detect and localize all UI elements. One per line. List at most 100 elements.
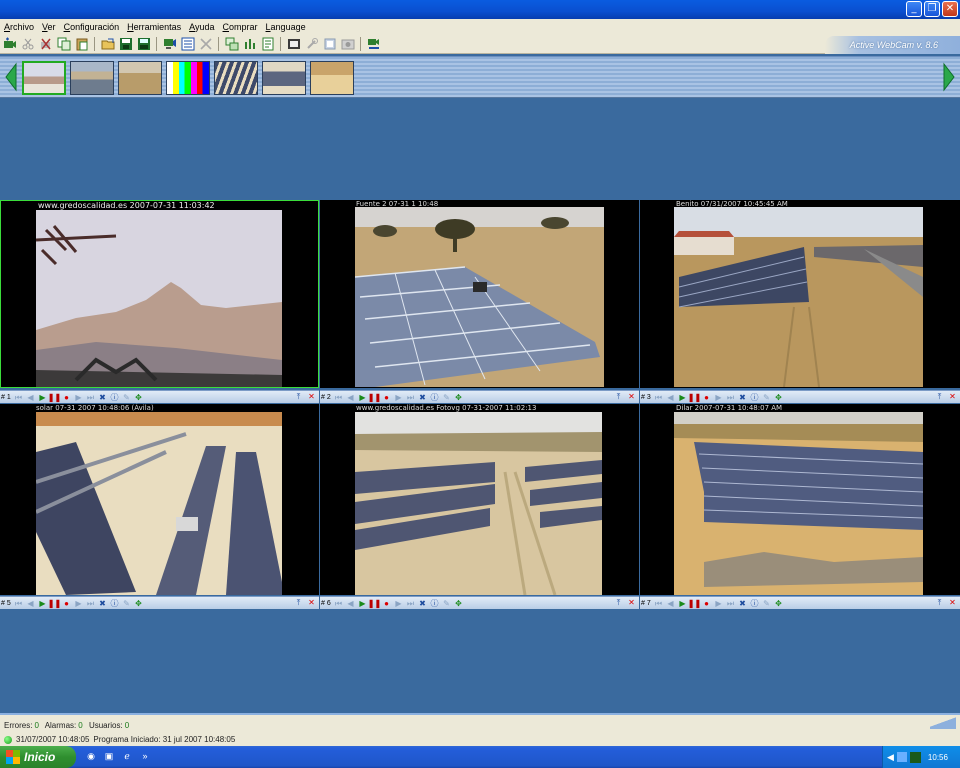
move-icon[interactable]: ✥ — [454, 393, 463, 402]
pin-icon[interactable]: ⤒ — [614, 598, 623, 607]
edit-icon[interactable]: ✎ — [122, 599, 131, 608]
pause-icon[interactable]: ❚❚ — [368, 393, 381, 402]
move-icon[interactable]: ✥ — [134, 393, 143, 402]
next-icon[interactable]: ▶ — [74, 599, 83, 608]
next-icon[interactable]: ▶ — [714, 393, 723, 402]
thumbnail-color-bars[interactable] — [166, 61, 210, 95]
prev-icon[interactable]: ◀ — [346, 599, 355, 608]
camera-panel-3[interactable]: Benito 07/31/2007 10:45:45 AM — [640, 200, 960, 388]
explorer-icon[interactable]: ◉ — [84, 749, 98, 763]
close-icon[interactable]: ✕ — [627, 392, 636, 401]
move-icon[interactable]: ✥ — [774, 393, 783, 402]
open-icon[interactable] — [100, 36, 115, 51]
record-icon[interactable]: ● — [702, 599, 711, 608]
cascade-icon[interactable] — [224, 36, 239, 51]
info-icon[interactable]: ⓘ — [750, 599, 759, 608]
thumbnail-mountain[interactable] — [22, 61, 66, 95]
edit-icon[interactable]: ✎ — [442, 393, 451, 402]
properties-icon[interactable] — [260, 36, 275, 51]
camera-panel-7[interactable]: Dilar 2007-07-31 10:48:07 AM — [640, 404, 960, 595]
tray-arrow-icon[interactable]: ◀ — [887, 752, 894, 763]
snapshot-icon[interactable] — [340, 36, 355, 51]
play-icon[interactable]: ▶ — [358, 599, 367, 608]
pin-icon[interactable]: ⤒ — [935, 392, 944, 401]
first-icon[interactable]: ⏮ — [654, 393, 663, 402]
save-icon[interactable] — [118, 36, 133, 51]
monitor-icon[interactable] — [162, 36, 177, 51]
media-icon[interactable]: ▣ — [102, 749, 116, 763]
play-icon[interactable]: ▶ — [678, 599, 687, 608]
last-icon[interactable]: ⏭ — [726, 599, 735, 608]
prev-icon[interactable]: ◀ — [666, 599, 675, 608]
info-icon[interactable]: ⓘ — [110, 393, 119, 402]
menu-comprar[interactable]: Comprar — [223, 22, 258, 32]
add-camera-icon[interactable] — [2, 36, 17, 51]
minimize-button[interactable]: _ — [906, 1, 922, 17]
resize-grip-icon[interactable] — [930, 717, 956, 729]
edit-icon[interactable]: ✎ — [122, 393, 131, 402]
menu-ver[interactable]: Ver — [42, 22, 56, 32]
scroll-left-button[interactable] — [2, 61, 20, 93]
close-icon[interactable]: ✕ — [307, 392, 316, 401]
film-icon[interactable] — [286, 36, 301, 51]
pin-icon[interactable]: ⤒ — [935, 598, 944, 607]
more-chevron-icon[interactable]: » — [138, 749, 152, 763]
tools-icon[interactable]: ✖ — [738, 393, 747, 402]
menu-language[interactable]: Language — [266, 22, 306, 32]
close-icon[interactable]: ✕ — [948, 392, 957, 401]
cut-icon[interactable] — [20, 36, 35, 51]
thumbnail-panels-rows[interactable] — [214, 61, 258, 95]
scroll-right-button[interactable] — [940, 61, 958, 93]
pause-icon[interactable]: ❚❚ — [48, 599, 61, 608]
network-icon[interactable] — [896, 752, 907, 762]
record-icon[interactable]: ● — [382, 393, 391, 402]
record-icon[interactable]: ● — [62, 393, 71, 402]
settings-icon[interactable] — [322, 36, 337, 51]
pin-icon[interactable]: ⤒ — [294, 598, 303, 607]
move-icon[interactable]: ✥ — [774, 599, 783, 608]
edit-icon[interactable]: ✎ — [442, 599, 451, 608]
pin-icon[interactable]: ⤒ — [294, 392, 303, 401]
close-icon[interactable]: ✕ — [627, 598, 636, 607]
tools-icon[interactable]: ✖ — [98, 599, 107, 608]
start-button[interactable]: Inicio — [0, 746, 76, 768]
record-icon[interactable]: ● — [702, 393, 711, 402]
close-button[interactable]: ✕ — [942, 1, 958, 17]
last-icon[interactable]: ⏭ — [726, 393, 735, 402]
play-icon[interactable]: ▶ — [38, 599, 47, 608]
next-icon[interactable]: ▶ — [714, 599, 723, 608]
save-all-icon[interactable] — [136, 36, 151, 51]
info-icon[interactable]: ⓘ — [750, 393, 759, 402]
next-icon[interactable]: ▶ — [394, 599, 403, 608]
restore-button[interactable]: ❐ — [924, 1, 940, 17]
close-icon[interactable]: ✕ — [307, 598, 316, 607]
prev-icon[interactable]: ◀ — [26, 393, 35, 402]
move-icon[interactable]: ✥ — [454, 599, 463, 608]
tools-icon[interactable]: ✖ — [98, 393, 107, 402]
first-icon[interactable]: ⏮ — [14, 599, 23, 608]
pause-icon[interactable]: ❚❚ — [48, 393, 61, 402]
info-icon[interactable]: ⓘ — [110, 599, 119, 608]
tools-icon[interactable]: ✖ — [738, 599, 747, 608]
menu-configuracion[interactable]: Configuración — [64, 22, 120, 32]
delete-icon[interactable] — [38, 36, 53, 51]
last-icon[interactable]: ⏭ — [406, 599, 415, 608]
next-icon[interactable]: ▶ — [394, 393, 403, 402]
tile-icon[interactable] — [242, 36, 257, 51]
pause-icon[interactable]: ❚❚ — [368, 599, 381, 608]
info-icon[interactable]: ⓘ — [430, 599, 439, 608]
first-icon[interactable]: ⏮ — [334, 393, 343, 402]
window-titlebar[interactable]: _ ❐ ✕ — [0, 0, 960, 19]
thumbnail-panels-far[interactable] — [70, 61, 114, 95]
move-icon[interactable]: ✥ — [134, 599, 143, 608]
play-icon[interactable]: ▶ — [678, 393, 687, 402]
last-icon[interactable]: ⏭ — [86, 393, 95, 402]
webcam-tray-icon[interactable] — [909, 751, 921, 763]
next-icon[interactable]: ▶ — [74, 393, 83, 402]
pause-icon[interactable]: ❚❚ — [688, 599, 701, 608]
broadcast-icon[interactable] — [366, 36, 381, 51]
close-icon[interactable]: ✕ — [948, 598, 957, 607]
thumbnail-panels-slope[interactable] — [262, 61, 306, 95]
info-icon[interactable]: ⓘ — [430, 393, 439, 402]
thumbnail-panels-close[interactable] — [310, 61, 354, 95]
